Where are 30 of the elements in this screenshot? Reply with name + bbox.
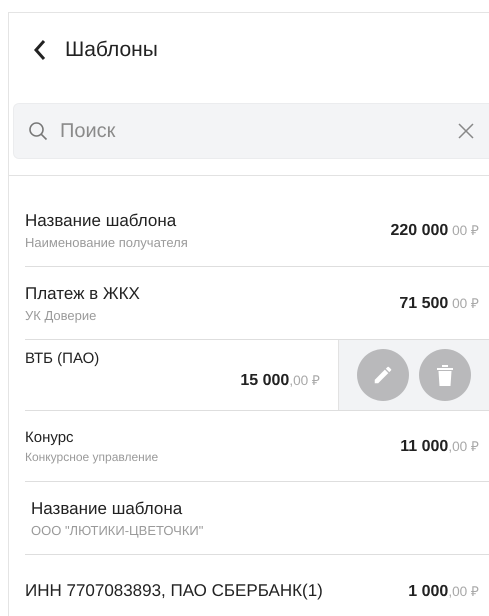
template-row[interactable]: ВТБ (ПАО) 15 000,00 ₽ [25,340,489,411]
trash-icon [434,363,456,387]
recipient-name: Конкурсное управление [25,450,158,464]
recipient-name: УК Доверие [25,308,98,322]
amount: 71 500 00 ₽ [399,294,479,313]
search-field[interactable]: Поиск [13,103,489,159]
page-title: Шаблоны [65,38,158,62]
template-name: Платеж в ЖКХ [25,284,140,304]
template-name: Конурс [25,428,75,446]
back-icon[interactable] [33,39,47,61]
template-row[interactable]: Название шаблона ООО "ЛЮТИКИ-ЦВЕТОЧКИ" [25,482,489,555]
amount: 11 000,00 ₽ [400,437,479,456]
search-icon [28,121,48,141]
delete-button[interactable] [419,349,471,401]
amount: 15 000,00 ₽ [240,371,320,390]
template-name: Название шаблона [31,498,184,518]
template-name: ВТБ (ПАО) [25,350,100,367]
amount: 1 000,00 ₽ [408,582,479,601]
template-row[interactable]: Конурс Конкурсное управление 11 000,00 ₽ [25,411,489,482]
template-row[interactable]: Название шаблона Наименование получателя 220 000 00 ₽ [25,194,489,267]
edit-button[interactable] [357,349,409,401]
template-row[interactable]: ИНН 7707083893, ПАО СБЕРБАНК(1) 1 000,00 ₽ [25,555,489,616]
template-name: ИНН 7707083893, ПАО СБЕРБАНК(1) [25,581,323,601]
recipient-name: Наименование получателя [25,234,188,250]
recipient-name: ООО "ЛЮТИКИ-ЦВЕТОЧКИ" [31,522,204,538]
search-input[interactable]: Поиск [58,118,447,144]
template-name: Название шаблона [25,210,178,230]
close-icon[interactable] [457,122,475,140]
pencil-icon [372,364,394,386]
amount: 220 000 00 ₽ [390,221,479,240]
